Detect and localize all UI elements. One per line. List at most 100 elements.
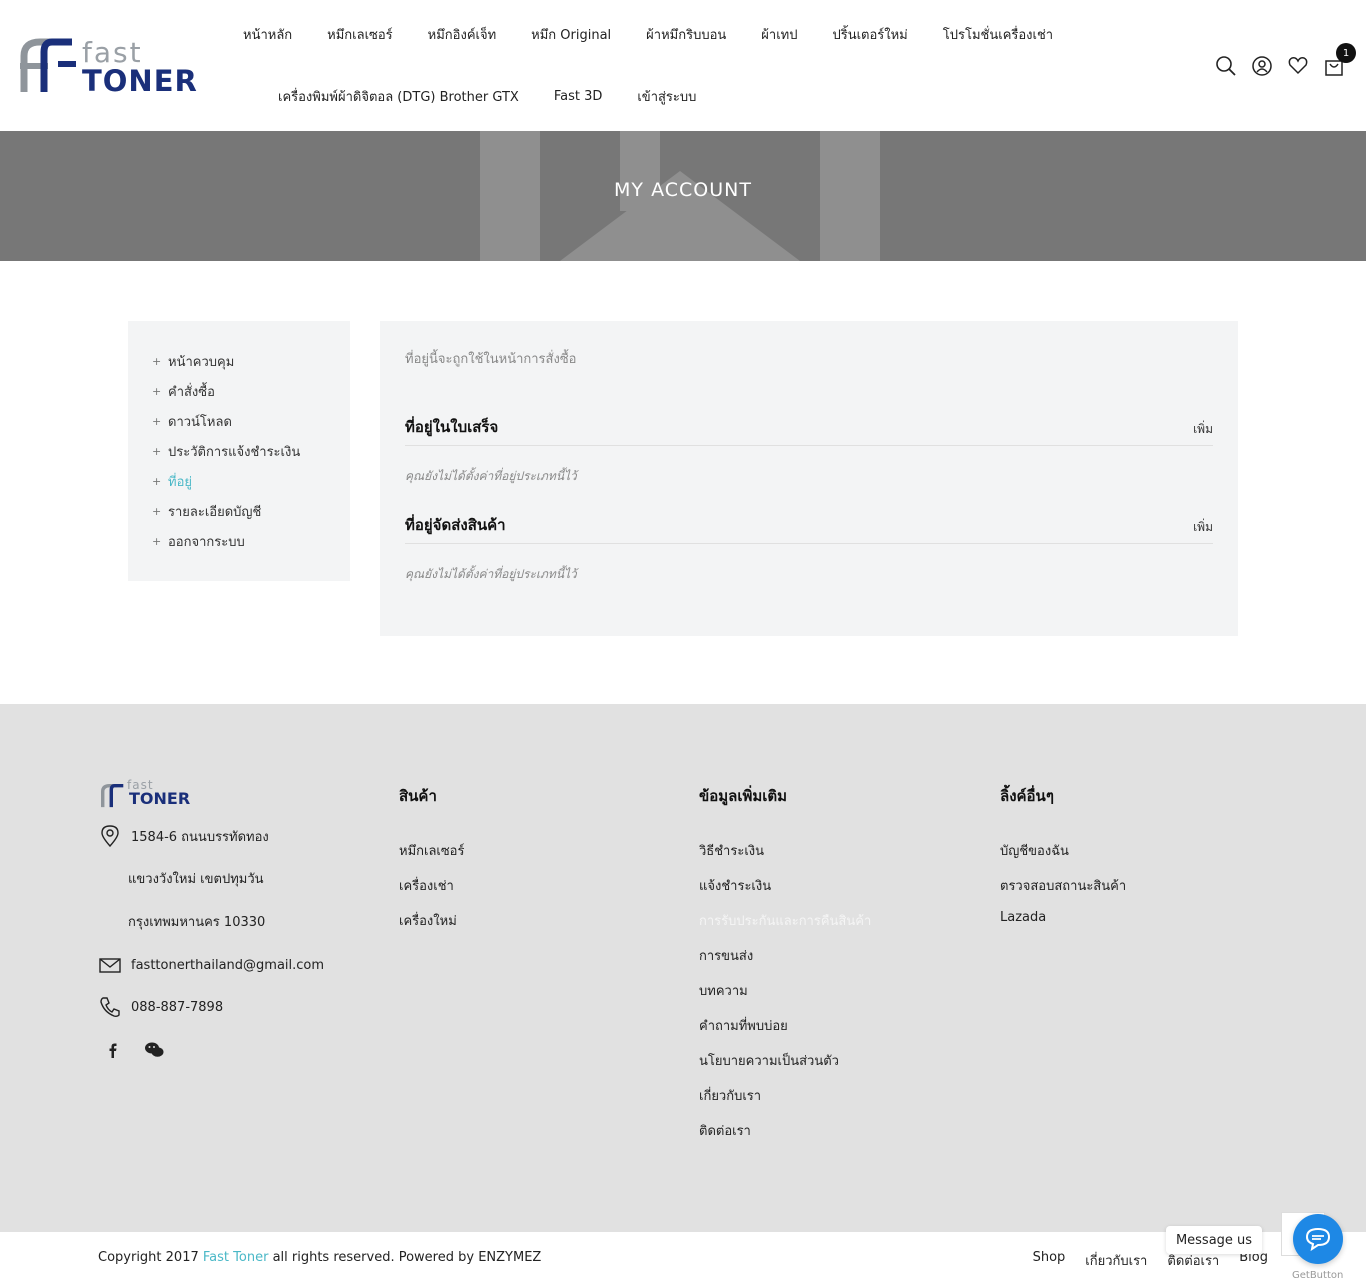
copyright-brand-link[interactable]: Fast Toner	[203, 1250, 269, 1265]
billing-empty-note: คุณยังไม่ได้ตั้งค่าที่อยู่ประเภทนี้ไว้	[405, 469, 577, 483]
footer-link[interactable]: แจ้งชำระเงิน	[699, 875, 871, 910]
sidebar-item-downloads[interactable]: + ดาวน์โหลด	[128, 406, 350, 436]
sidebar-item-label: หน้าควบคุม	[168, 354, 235, 370]
billing-add-link[interactable]: เพิ่ม	[1193, 420, 1213, 439]
footer-link[interactable]: Lazada	[1000, 910, 1126, 945]
address-line1-text: 1584-6 ถนนบรรทัดทอง	[131, 829, 269, 845]
copyright-text: Copyright 2017 Fast Toner all rights res…	[98, 1250, 541, 1265]
page-title: MY ACCOUNT	[614, 179, 752, 201]
shipping-add-link[interactable]: เพิ่ม	[1193, 518, 1213, 537]
footer-logo[interactable]: fast TONER	[99, 778, 195, 808]
user-icon[interactable]	[1252, 55, 1272, 77]
footer-email[interactable]: fasttonerthailand@gmail.com	[99, 954, 324, 976]
sidebar-item-payment-history[interactable]: + ประวัติการแจ้งชำระเงิน	[128, 436, 350, 466]
site-logo[interactable]: fast TONER	[18, 36, 210, 98]
footer-col-title: สินค้า	[399, 787, 437, 805]
nav-dtg-printer[interactable]: เครื่องพิมพ์ผ้าดิจิตอล (DTG) Brother GTX	[278, 86, 519, 107]
facebook-icon[interactable]	[104, 1041, 122, 1059]
nav-fast-3d[interactable]: Fast 3D	[554, 89, 603, 104]
account-sidebar: + หน้าควบคุม + คำสั่งซื้อ + ดาวน์โหลด + ประว…	[128, 321, 350, 581]
sidebar-item-label: รายละเอียดบัญชี	[168, 504, 262, 520]
sidebar-item-dashboard[interactable]: + หน้าควบคุม	[128, 346, 350, 376]
billing-address-title: ที่อยู่ในใบเสร็จ	[405, 418, 499, 436]
nav-login[interactable]: เข้าสู่ระบบ	[637, 86, 696, 107]
cart-icon[interactable]: 1	[1324, 43, 1356, 77]
envelope-icon	[99, 958, 121, 973]
nav-tape[interactable]: ผ้าเทป	[761, 24, 797, 45]
plus-icon: +	[152, 534, 162, 548]
page-banner: MY ACCOUNT	[0, 131, 1366, 261]
footer-address-line3: กรุงเทพมหานคร 10330	[128, 911, 265, 932]
copyright-suffix: all rights reserved. Powered by ENZYMEZ	[272, 1250, 542, 1265]
footer-col-info: ข้อมูลเพิ่มเติม วิธีชำระเงิน แจ้งชำระเงิ…	[699, 784, 871, 1155]
nav-rental-promo[interactable]: โปรโมชั่นเครื่องเช่า	[943, 24, 1053, 45]
footer-col-other-links: ลิ้งค์อื่นๆ บัญชีของฉัน ตรวจสอบสถานะสินค…	[1000, 784, 1126, 945]
footer-link[interactable]: เกี่ยวกับเรา	[699, 1085, 871, 1120]
shipping-address-header: ที่อยู่จัดส่งสินค้า เพิ่ม	[405, 513, 1213, 544]
shipping-empty-note: คุณยังไม่ได้ตั้งค่าที่อยู่ประเภทนี้ไว้	[405, 567, 577, 581]
social-links	[104, 1041, 164, 1059]
footer-link[interactable]: การรับประกันและการคืนสินค้า	[699, 910, 871, 945]
site-footer: fast TONER 1584-6 ถนนบรรทัดทอง แขวงวังให…	[0, 704, 1366, 1232]
sidebar-item-label: ที่อยู่	[168, 474, 192, 490]
address-line2-text: แขวงวังใหม่ เขตปทุมวัน	[128, 872, 264, 887]
bottom-link-about[interactable]: เกี่ยวกับเรา	[1085, 1250, 1147, 1271]
footer-link[interactable]: บัญชีของฉัน	[1000, 840, 1126, 875]
site-header: fast TONER หน้าหลัก หมึกเลเซอร์ หมึกอิงค…	[0, 0, 1366, 131]
plus-icon: +	[152, 444, 162, 458]
footer-logo-mark-icon	[101, 784, 124, 808]
nav-new-printer[interactable]: ปริ้นเตอร์ใหม่	[832, 24, 907, 45]
nav-laser-ink[interactable]: หมึกเลเซอร์	[327, 24, 392, 45]
footer-col-title: ข้อมูลเพิ่มเติม	[699, 787, 788, 805]
nav-ribbon[interactable]: ผ้าหมึกริบบอน	[646, 24, 726, 45]
header-icons: 1	[1216, 43, 1356, 77]
footer-logo-toner-text: TONER	[129, 789, 191, 808]
message-us-bubble[interactable]: Message us	[1166, 1226, 1262, 1254]
footer-link[interactable]: ติดต่อเรา	[699, 1120, 871, 1155]
plus-icon: +	[152, 354, 162, 368]
getbutton-brand[interactable]: GetButton	[1292, 1270, 1343, 1281]
plus-icon: +	[152, 474, 162, 488]
logo-mark-icon	[20, 38, 76, 92]
address-line3-text: กรุงเทพมหานคร 10330	[128, 915, 266, 930]
sidebar-item-account-details[interactable]: + รายละเอียดบัญชี	[128, 496, 350, 526]
footer-address-line2: แขวงวังใหม่ เขตปทุมวัน	[128, 868, 264, 889]
footer-link[interactable]: ตรวจสอบสถานะสินค้า	[1000, 875, 1126, 910]
nav-original[interactable]: หมึก Original	[531, 24, 611, 45]
sidebar-item-logout[interactable]: + ออกจากระบบ	[128, 526, 350, 556]
copyright-prefix: Copyright 2017	[98, 1250, 199, 1265]
footer-link[interactable]: คำถามที่พบบ่อย	[699, 1015, 871, 1050]
footer-phone[interactable]: 088-887-7898	[99, 996, 223, 1018]
chat-button[interactable]	[1293, 1214, 1343, 1264]
email-text: fasttonerthailand@gmail.com	[131, 957, 325, 973]
footer-address-line1: 1584-6 ถนนบรรทัดทอง	[99, 825, 269, 847]
sidebar-item-orders[interactable]: + คำสั่งซื้อ	[128, 376, 350, 406]
plus-icon: +	[152, 384, 162, 398]
phone-icon	[100, 997, 120, 1018]
footer-link[interactable]: หมึกเลเซอร์	[399, 840, 464, 875]
footer-link[interactable]: บทความ	[699, 980, 871, 1015]
footer-col-title: ลิ้งค์อื่นๆ	[1000, 787, 1054, 805]
addresses-intro: ที่อยู่นี้จะถูกใช้ในหน้าการสั่งซื้อ	[405, 352, 577, 367]
footer-link[interactable]: การขนส่ง	[699, 945, 871, 980]
phone-text: 088-887-7898	[131, 999, 224, 1015]
wechat-icon[interactable]	[144, 1041, 164, 1059]
billing-address-header: ที่อยู่ในใบเสร็จ เพิ่ม	[405, 415, 1213, 446]
search-icon[interactable]	[1216, 55, 1236, 77]
location-pin-icon	[101, 825, 119, 847]
footer-col-products: สินค้า หมึกเลเซอร์ เครื่องเช่า เครื่องให…	[399, 784, 464, 945]
nav-home[interactable]: หน้าหลัก	[243, 24, 292, 45]
footer-link[interactable]: เครื่องเช่า	[399, 875, 464, 910]
chat-bubble-icon	[1305, 1227, 1331, 1252]
bottom-link-shop[interactable]: Shop	[1033, 1250, 1066, 1271]
footer-link[interactable]: เครื่องใหม่	[399, 910, 464, 945]
sidebar-item-addresses[interactable]: + ที่อยู่	[128, 466, 350, 496]
heart-icon[interactable]	[1288, 55, 1308, 77]
main-nav-row2: เครื่องพิมพ์ผ้าดิจิตอล (DTG) Brother GTX…	[278, 86, 731, 106]
footer-link[interactable]: นโยบายความเป็นส่วนตัว	[699, 1050, 871, 1085]
footer-link[interactable]: วิธีชำระเงิน	[699, 840, 871, 875]
addresses-panel: ที่อยู่นี้จะถูกใช้ในหน้าการสั่งซื้อ ที่อ…	[380, 321, 1238, 636]
nav-inkjet[interactable]: หมึกอิงค์เจ็ท	[428, 24, 497, 45]
sidebar-item-label: ดาวน์โหลด	[168, 414, 232, 430]
sidebar-item-label: คำสั่งซื้อ	[168, 384, 215, 400]
